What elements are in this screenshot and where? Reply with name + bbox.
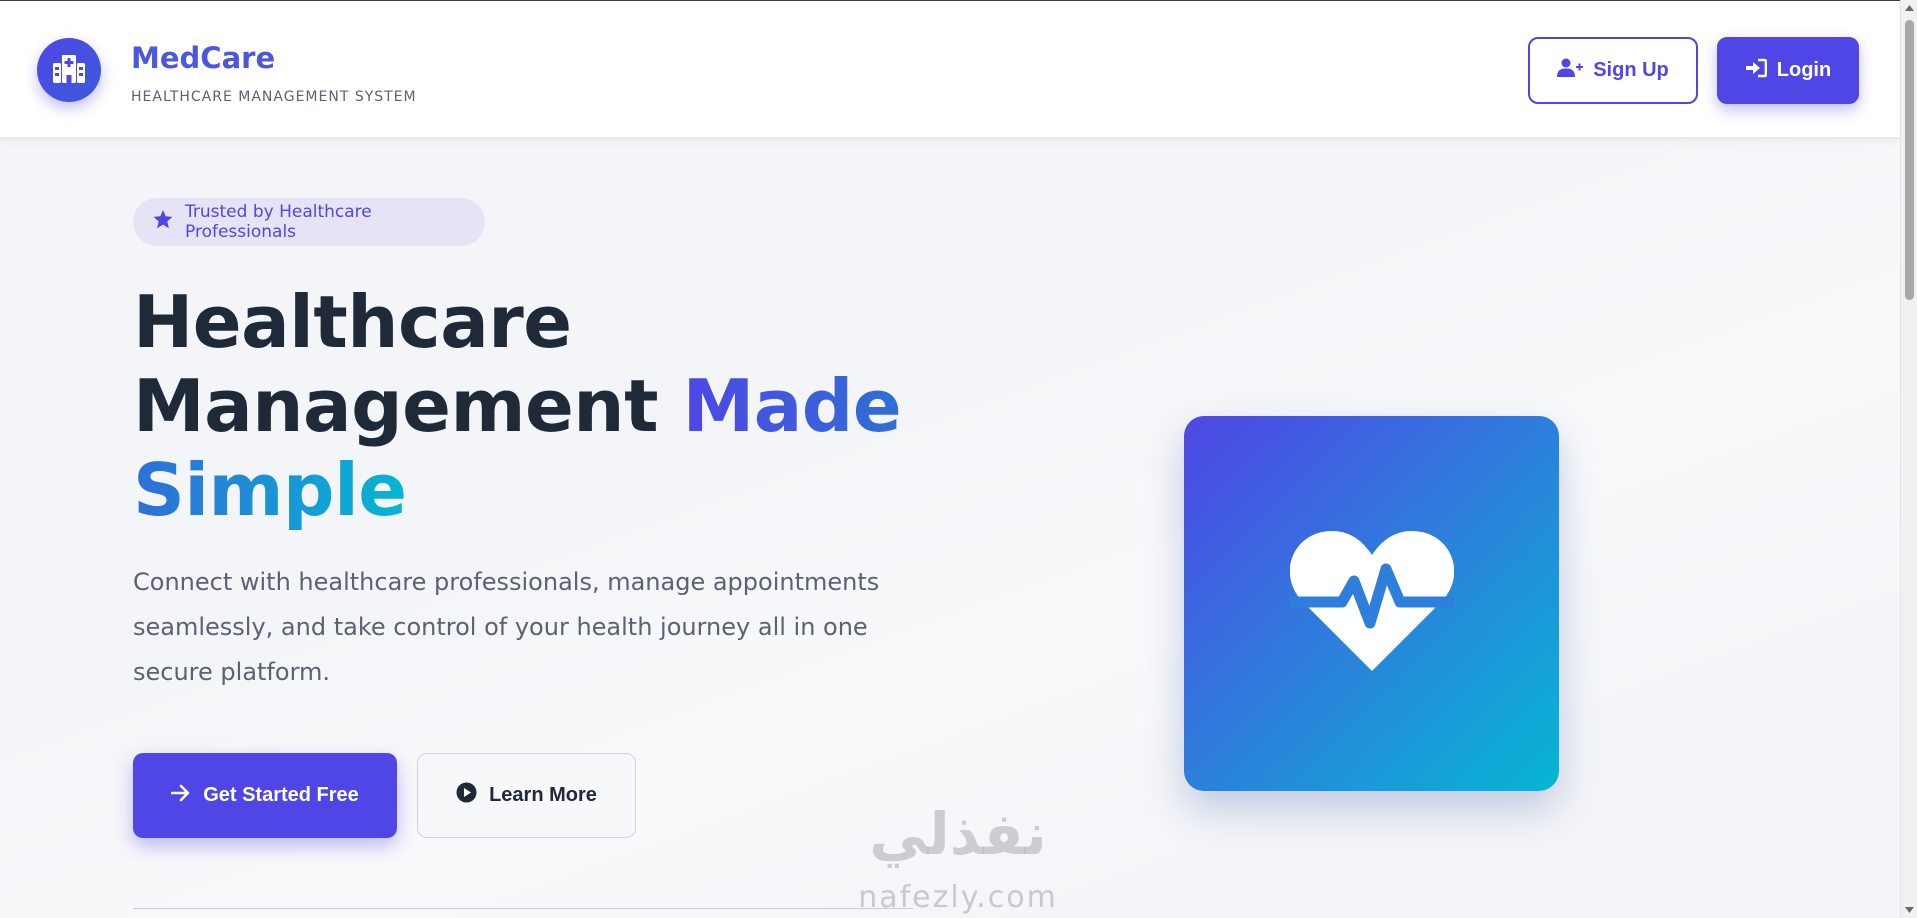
learn-more-label: Learn More: [489, 784, 597, 806]
section-divider: [133, 908, 913, 909]
trust-badge: Trusted by Healthcare Professionals: [133, 198, 485, 246]
hero-title-line1: Healthcare: [133, 280, 572, 364]
brand-subtitle: HEALTHCARE MANAGEMENT SYSTEM: [131, 89, 417, 105]
play-circle-icon: [456, 782, 477, 809]
heart-pulse-icon: [1289, 531, 1454, 676]
watermark-latin: nafezly.com: [858, 880, 1058, 915]
scroll-up-arrow-icon[interactable]: [1901, 0, 1917, 16]
logo[interactable]: [37, 38, 101, 102]
site-header: MedCare HEALTHCARE MANAGEMENT SYSTEM Sig…: [0, 1, 1900, 138]
scroll-down-arrow-icon[interactable]: [1901, 902, 1917, 918]
hero-title-accent-simple: Simple: [133, 448, 407, 532]
hero-title-line2: Management: [133, 364, 658, 448]
sign-up-button[interactable]: Sign Up: [1528, 37, 1698, 104]
login-button[interactable]: Login: [1717, 37, 1859, 104]
sign-up-label: Sign Up: [1593, 59, 1669, 81]
get-started-label: Get Started Free: [203, 784, 359, 806]
hero-illustration-card: [1184, 416, 1559, 791]
vertical-scrollbar[interactable]: [1900, 0, 1917, 918]
brand-name[interactable]: MedCare: [131, 41, 275, 75]
hero-description: Connect with healthcare professionals, m…: [133, 568, 880, 686]
hero-title-accent-made: Made: [682, 364, 902, 448]
hospital-icon: [52, 53, 86, 88]
get-started-button[interactable]: Get Started Free: [133, 753, 397, 838]
watermark-arabic: نفذلي: [869, 800, 1047, 868]
scroll-thumb[interactable]: [1905, 20, 1914, 300]
trust-badge-text: Trusted by Healthcare Professionals: [185, 202, 372, 242]
star-icon: [153, 210, 173, 234]
hero-title: Healthcare Management Made Simple: [133, 280, 933, 532]
arrow-right-icon: [170, 784, 191, 808]
sign-in-icon: [1745, 58, 1768, 84]
learn-more-button[interactable]: Learn More: [417, 753, 636, 838]
user-plus-icon: [1557, 58, 1584, 84]
login-label: Login: [1776, 59, 1832, 81]
